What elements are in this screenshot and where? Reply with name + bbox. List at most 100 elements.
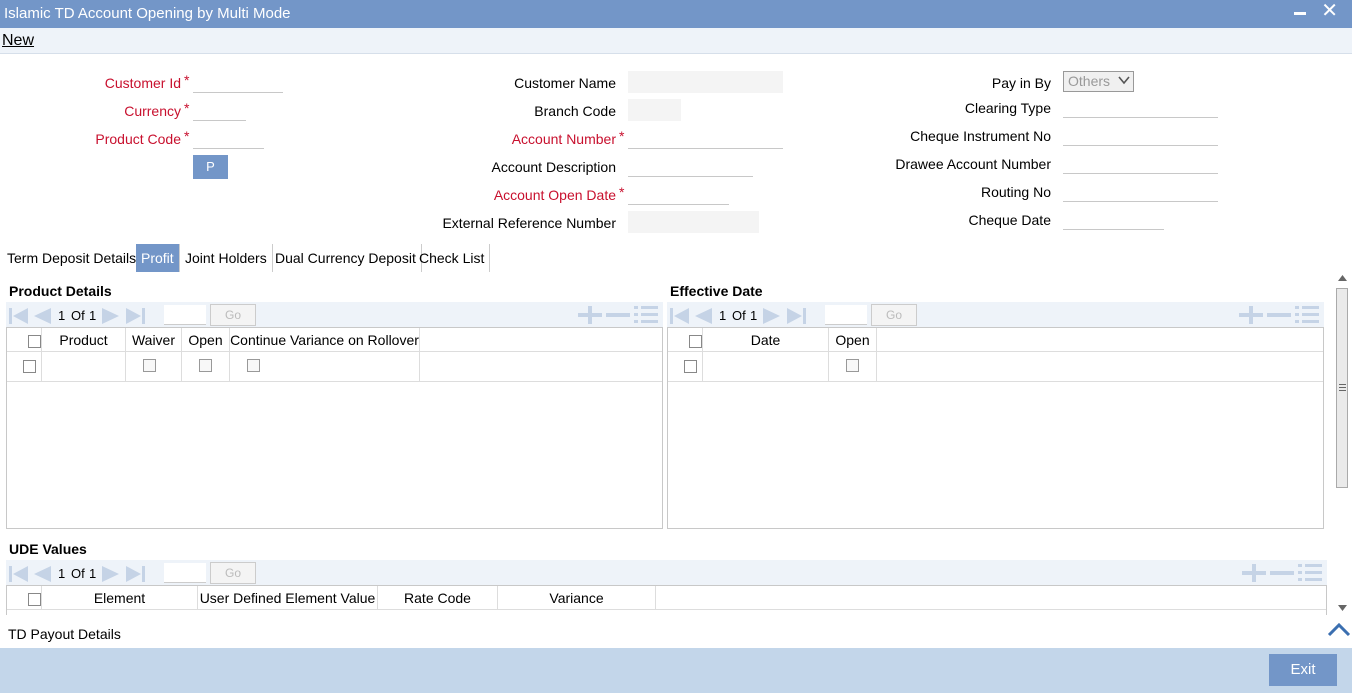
customer-id-input[interactable]: [193, 71, 283, 93]
ude-values-title: UDE Values: [9, 541, 87, 557]
list-view-icon[interactable]: [634, 305, 658, 325]
last-page-icon[interactable]: [786, 307, 808, 325]
account-description-label: Account Description: [491, 159, 616, 175]
first-page-icon[interactable]: [669, 307, 691, 325]
last-page-icon[interactable]: [125, 565, 147, 583]
drawee-account-input[interactable]: [1063, 152, 1218, 174]
pay-in-by-value: Others: [1068, 73, 1111, 89]
currency-label: Currency: [124, 103, 181, 119]
td-payout-link[interactable]: TD Payout Details: [8, 626, 121, 642]
chevron-down-icon: [1118, 76, 1130, 85]
customer-id-label: Customer Id: [104, 75, 181, 91]
next-page-icon[interactable]: [101, 307, 121, 325]
waiver-checkbox[interactable]: [143, 359, 156, 372]
product-code-input[interactable]: [193, 127, 264, 149]
tab-dual-currency-deposit[interactable]: Dual Currency Deposit: [270, 244, 422, 272]
select-all-cell: [7, 328, 42, 352]
branch-code-label: Branch Code: [534, 103, 616, 119]
date-cell[interactable]: [703, 352, 829, 382]
clearing-type-input[interactable]: [1063, 96, 1218, 118]
go-button[interactable]: Go: [871, 304, 917, 326]
list-view-icon[interactable]: [1295, 305, 1319, 325]
go-button[interactable]: Go: [210, 562, 256, 584]
select-all-checkbox[interactable]: [28, 335, 41, 348]
last-page-icon[interactable]: [125, 307, 147, 325]
page-input[interactable]: [164, 305, 206, 325]
tab-profit[interactable]: Profit: [136, 244, 180, 272]
prev-page-icon[interactable]: [693, 307, 713, 325]
currency-input[interactable]: [193, 99, 246, 121]
open-checkbox[interactable]: [846, 359, 859, 372]
continue-variance-checkbox[interactable]: [247, 359, 260, 372]
list-view-icon[interactable]: [1298, 563, 1322, 583]
account-open-date-input[interactable]: [628, 183, 729, 205]
go-button[interactable]: Go: [210, 304, 256, 326]
delete-row-icon[interactable]: [1270, 564, 1294, 582]
first-page-icon[interactable]: [8, 307, 30, 325]
pay-in-by-select[interactable]: Others: [1063, 71, 1134, 92]
account-description-input[interactable]: [628, 155, 753, 177]
external-reference-label: External Reference Number: [442, 215, 616, 231]
tab-term-deposit-details[interactable]: Term Deposit Details: [2, 244, 143, 272]
add-row-icon[interactable]: [578, 306, 602, 324]
table-row: [668, 352, 1323, 382]
next-page-icon[interactable]: [762, 307, 782, 325]
cheque-instrument-label: Cheque Instrument No: [910, 128, 1051, 144]
minimize-icon[interactable]: [1294, 12, 1306, 15]
chevron-up-icon[interactable]: [1327, 621, 1351, 637]
product-code-label: Product Code: [95, 131, 181, 147]
scroll-down-icon[interactable]: [1337, 604, 1348, 612]
new-link[interactable]: New: [2, 32, 34, 50]
next-page-icon[interactable]: [101, 565, 121, 583]
tab-check-list[interactable]: Check List: [414, 244, 491, 272]
prev-page-icon[interactable]: [32, 307, 52, 325]
add-row-icon[interactable]: [1239, 306, 1263, 324]
routing-no-input[interactable]: [1063, 180, 1218, 202]
delete-row-icon[interactable]: [606, 306, 630, 324]
delete-row-icon[interactable]: [1267, 306, 1291, 324]
routing-no-label: Routing No: [980, 184, 1051, 200]
page-total: 1: [89, 308, 97, 323]
page-of: Of: [732, 308, 746, 323]
customer-name-field: [628, 71, 783, 93]
required-marker: *: [619, 184, 625, 200]
first-page-icon[interactable]: [8, 565, 30, 583]
select-all-checkbox[interactable]: [689, 335, 702, 348]
column-header: Variance: [498, 586, 656, 610]
column-header: Open: [182, 328, 230, 352]
select-all-cell: [668, 328, 703, 352]
cheque-date-input[interactable]: [1063, 208, 1164, 230]
p-button[interactable]: P: [193, 155, 228, 179]
clearing-type-label: Clearing Type: [964, 100, 1051, 116]
product-cell[interactable]: [42, 352, 126, 382]
table-row: [7, 352, 662, 382]
tab-joint-holders[interactable]: Joint Holders: [180, 244, 273, 272]
row-checkbox[interactable]: [684, 360, 697, 373]
row-checkbox[interactable]: [23, 360, 36, 373]
grid-header: Product Waiver Open Continue Variance on…: [7, 328, 662, 352]
page-input[interactable]: [825, 305, 867, 325]
effective-date-grid: Date Open: [667, 327, 1324, 529]
column-header: Continue Variance on Rollover: [230, 328, 420, 352]
exit-button[interactable]: Exit: [1269, 654, 1337, 686]
prev-page-icon[interactable]: [32, 565, 52, 583]
title-bar: Islamic TD Account Opening by Multi Mode…: [0, 0, 1352, 28]
column-header: Date: [703, 328, 829, 352]
scroll-up-icon[interactable]: [1337, 274, 1348, 282]
close-icon[interactable]: ✕: [1321, 1, 1338, 21]
column-header: User Defined Element Value: [198, 586, 378, 610]
page-input[interactable]: [164, 563, 206, 583]
drawee-account-label: Drawee Account Number: [895, 156, 1051, 172]
cheque-date-label: Cheque Date: [968, 212, 1051, 228]
grid-header: Date Open: [668, 328, 1323, 352]
td-payout-row: TD Payout Details: [0, 620, 1352, 648]
account-number-input[interactable]: [628, 127, 783, 149]
account-open-date-label: Account Open Date: [493, 187, 616, 203]
open-checkbox[interactable]: [199, 359, 212, 372]
vertical-scrollbar[interactable]: [1334, 272, 1351, 615]
select-all-checkbox[interactable]: [28, 593, 41, 606]
add-row-icon[interactable]: [1242, 564, 1266, 582]
cheque-instrument-input[interactable]: [1063, 124, 1218, 146]
menu-bar: New: [0, 28, 1352, 54]
scroll-thumb[interactable]: [1336, 288, 1348, 488]
